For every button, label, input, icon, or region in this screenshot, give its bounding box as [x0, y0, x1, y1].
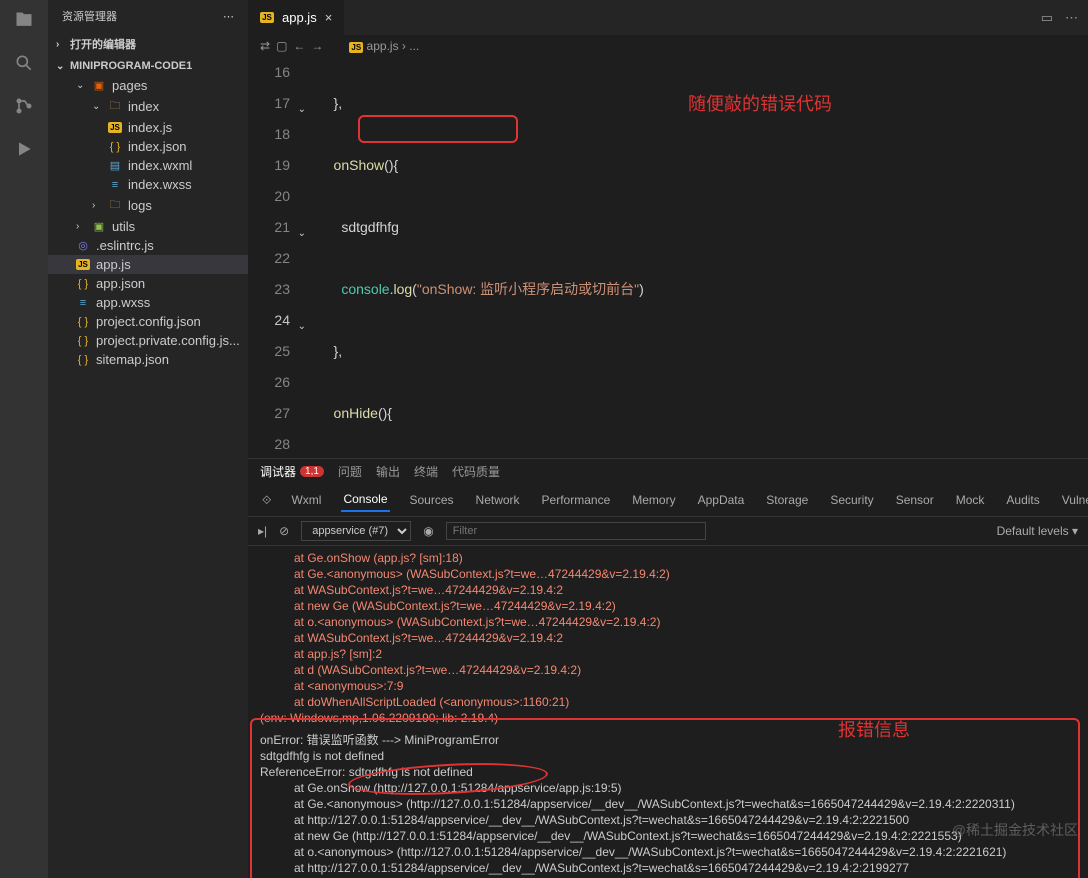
file-eslintrc[interactable]: ◎.eslintrc.js — [48, 236, 248, 255]
toggle-icon[interactable]: ▭ — [1041, 10, 1053, 26]
open-editors-section[interactable]: ›打开的编辑器 — [48, 32, 248, 56]
activity-bar — [0, 0, 48, 878]
sidebar-title: 资源管理器⋯ — [48, 0, 248, 32]
tab-problems[interactable]: 问题 — [338, 463, 362, 480]
panel-tabs: 调试器 1,1 问题 输出 终端 代码质量 — [248, 459, 1088, 484]
file-index-wxml[interactable]: ▤index.wxml — [48, 156, 248, 175]
file-index-js[interactable]: JSindex.js — [48, 118, 248, 137]
sidebar-toggle-icon[interactable]: ▸| — [258, 524, 267, 538]
tab-quality[interactable]: 代码质量 — [452, 463, 500, 480]
sidebar: 资源管理器⋯ ›打开的编辑器 ⌄MINIPROGRAM-CODE1 ⌄▣page… — [48, 0, 248, 878]
file-app-wxss[interactable]: ≡app.wxss — [48, 293, 248, 312]
tab-appdata[interactable]: AppData — [696, 489, 747, 511]
tab-performance[interactable]: Performance — [540, 489, 613, 511]
compare-icon[interactable]: ⇄ — [260, 39, 270, 53]
tab-sources[interactable]: Sources — [408, 489, 456, 511]
console-output[interactable]: at Ge.onShow (app.js? [sm]:18) at Ge.<an… — [248, 546, 1088, 878]
tab-mock[interactable]: Mock — [954, 489, 987, 511]
js-icon: JS — [260, 12, 274, 23]
main-area: JS app.js × ▭ ⋯ ⇄ ▢ ← → JS app.js › ... … — [248, 0, 1088, 878]
more-icon[interactable]: ⋯ — [223, 10, 234, 23]
bottom-panel: 调试器 1,1 问题 输出 终端 代码质量 ⟐ Wxml Console Sou… — [248, 458, 1088, 878]
editor[interactable]: 16 17⌄ 18 19 20 21⌄ 22 23 24⌄ 25 26 27 2… — [248, 57, 1088, 458]
annotation-text: 随便敲的错误代码 — [688, 89, 832, 120]
js-icon: JS — [349, 42, 363, 53]
bookmark-icon[interactable]: ▢ — [276, 39, 287, 53]
fold-icon[interactable]: ⌄ — [298, 311, 306, 342]
file-index-wxss[interactable]: ≡index.wxss — [48, 175, 248, 194]
file-proj-priv[interactable]: { }project.private.config.js... — [48, 331, 248, 350]
filter-input[interactable] — [446, 522, 706, 540]
folder-index[interactable]: ⌄🗀index — [48, 95, 248, 118]
more-icon[interactable]: ⋯ — [1065, 10, 1078, 26]
project-section[interactable]: ⌄MINIPROGRAM-CODE1 — [48, 56, 248, 76]
tab-memory[interactable]: Memory — [630, 489, 677, 511]
tab-vulner[interactable]: Vulnera — [1060, 489, 1088, 511]
eye-icon[interactable]: ◉ — [423, 524, 433, 538]
file-proj-conf[interactable]: { }project.config.json — [48, 312, 248, 331]
close-icon[interactable]: × — [325, 10, 333, 25]
tab-output[interactable]: 输出 — [376, 463, 400, 480]
tab-wxml[interactable]: Wxml — [289, 489, 323, 511]
tab-app-js[interactable]: JS app.js × — [248, 0, 345, 35]
fold-icon[interactable]: ⌄ — [298, 218, 306, 249]
file-app-js[interactable]: JSapp.js — [48, 255, 248, 274]
tab-console[interactable]: Console — [341, 488, 389, 512]
annotation-text: 报错信息 — [838, 722, 910, 738]
fold-icon[interactable]: ⌄ — [298, 94, 306, 125]
folder-pages[interactable]: ⌄▣pages — [48, 76, 248, 95]
breadcrumb[interactable]: ⇄ ▢ ← → JS app.js › ... — [248, 35, 1088, 57]
context-select[interactable]: appservice (#7) — [301, 521, 411, 541]
devtools-tabs: ⟐ Wxml Console Sources Network Performan… — [248, 484, 1088, 517]
back-icon[interactable]: ← — [293, 39, 305, 53]
code-area[interactable]: }, onShow(){ sdtgdfhfg console.log("onSh… — [308, 57, 1088, 458]
tab-debugger[interactable]: 调试器 1,1 — [260, 463, 324, 480]
file-index-json[interactable]: { }index.json — [48, 137, 248, 156]
tab-label: app.js — [282, 10, 317, 25]
tab-security[interactable]: Security — [828, 489, 875, 511]
tab-network[interactable]: Network — [474, 489, 522, 511]
tab-bar: JS app.js × ▭ ⋯ — [248, 0, 1088, 35]
debug-icon[interactable] — [14, 139, 34, 162]
file-tree: ⌄▣pages ⌄🗀index JSindex.js { }index.json… — [48, 76, 248, 369]
folder-utils[interactable]: ›▣utils — [48, 217, 248, 236]
tab-terminal[interactable]: 终端 — [414, 463, 438, 480]
tab-audits[interactable]: Audits — [1004, 489, 1041, 511]
files-icon[interactable] — [14, 10, 34, 33]
console-toolbar: ▸| ⊘ appservice (#7) ◉ Default levels ▾ — [248, 517, 1088, 546]
search-icon[interactable] — [14, 53, 34, 76]
watermark: @稀土掘金技术社区 — [952, 822, 1078, 838]
gutter: 16 17⌄ 18 19 20 21⌄ 22 23 24⌄ 25 26 27 2… — [248, 57, 308, 458]
scm-icon[interactable] — [14, 96, 34, 119]
tab-sensor[interactable]: Sensor — [894, 489, 936, 511]
file-app-json[interactable]: { }app.json — [48, 274, 248, 293]
folder-logs[interactable]: ›🗀logs — [48, 194, 248, 217]
inspect-icon[interactable]: ⟐ — [262, 493, 271, 508]
clear-icon[interactable]: ⊘ — [279, 524, 289, 538]
annotation-box — [358, 115, 518, 143]
levels-dropdown[interactable]: Default levels ▾ — [997, 524, 1078, 538]
forward-icon[interactable]: → — [311, 39, 323, 53]
error-badge: 1,1 — [300, 466, 324, 477]
file-sitemap[interactable]: { }sitemap.json — [48, 350, 248, 369]
tab-storage[interactable]: Storage — [764, 489, 810, 511]
